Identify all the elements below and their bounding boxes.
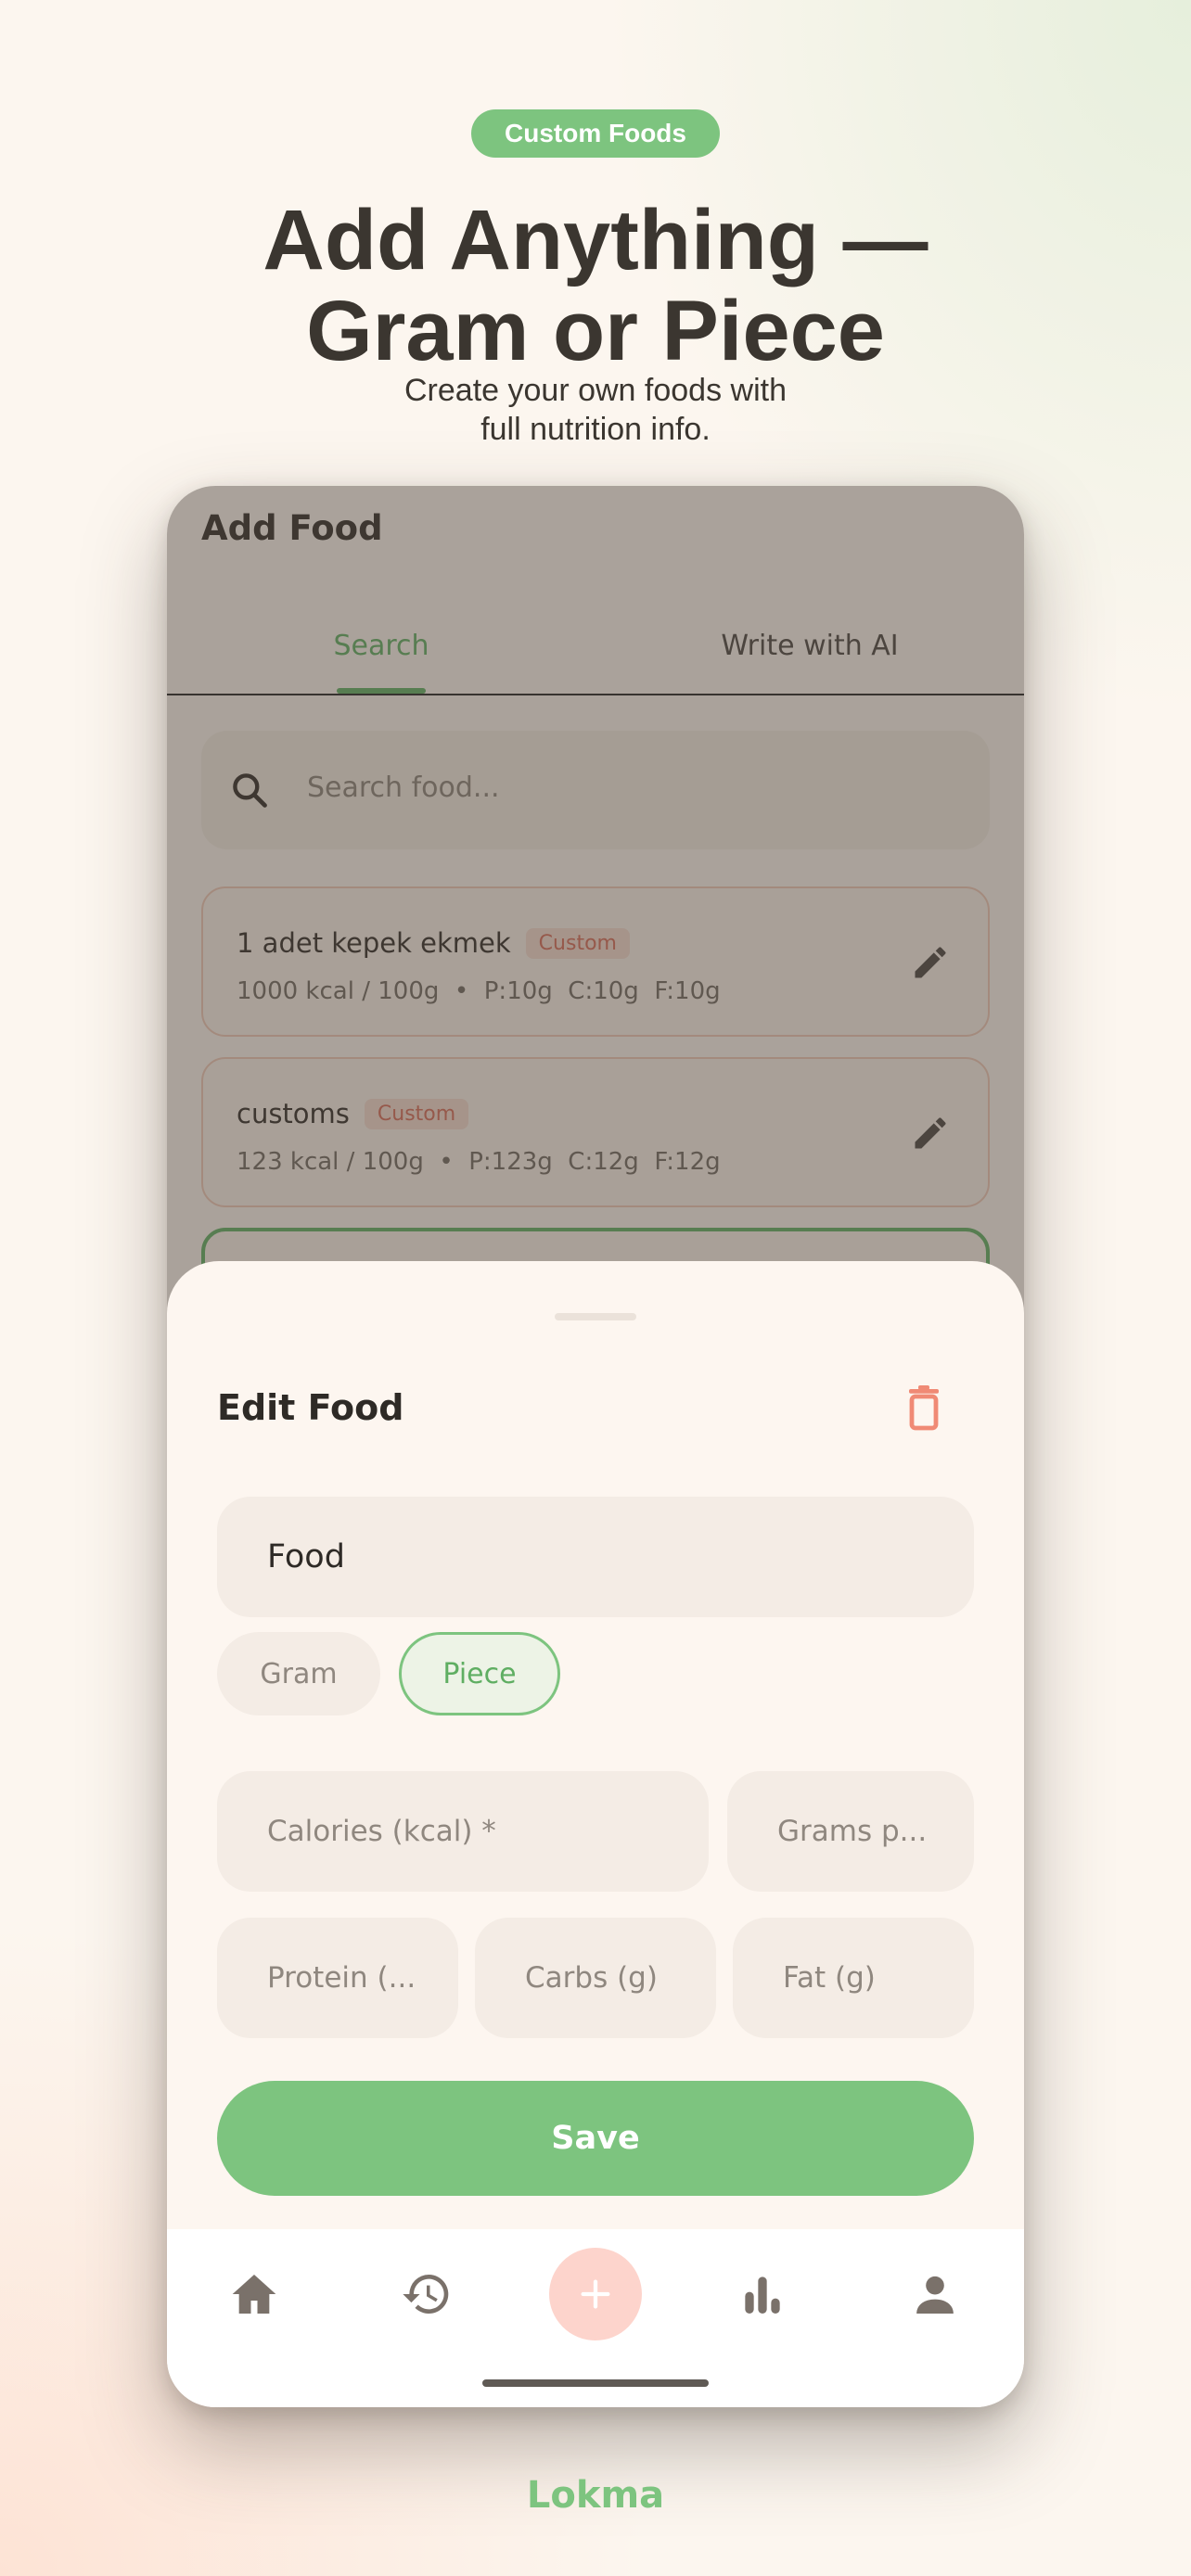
- fat-input[interactable]: Fat (g): [733, 1918, 974, 2038]
- home-indicator: [482, 2379, 709, 2387]
- phone-mockup: Add Food Search Write with AI Search foo…: [167, 486, 1024, 2407]
- brand-name: Lokma: [526, 2474, 665, 2517]
- sheet-drag-handle[interactable]: [555, 1313, 636, 1320]
- hero-subtitle: Create your own foods with full nutritio…: [0, 371, 1191, 449]
- unit-chip-piece[interactable]: Piece: [399, 1632, 560, 1715]
- grams-per-piece-input[interactable]: Grams p...: [727, 1771, 974, 1892]
- hero-title: Add Anything — Gram or Piece: [0, 195, 1191, 376]
- hero-title-line1: Add Anything —: [263, 193, 928, 287]
- carbs-input[interactable]: Carbs (g): [475, 1918, 716, 2038]
- trash-icon[interactable]: [902, 1384, 946, 1432]
- add-food-button[interactable]: [549, 2248, 642, 2340]
- home-icon[interactable]: [228, 2268, 280, 2320]
- custom-foods-badge: Custom Foods: [471, 109, 720, 158]
- calories-input[interactable]: Calories (kcal) *: [217, 1771, 709, 1892]
- plus-icon: [581, 2279, 610, 2309]
- hero-title-line2: Gram or Piece: [306, 284, 885, 378]
- stats-icon[interactable]: [736, 2268, 788, 2320]
- food-name-input[interactable]: Food: [217, 1497, 974, 1617]
- unit-chip-gram[interactable]: Gram: [217, 1632, 380, 1715]
- edit-food-sheet: Edit Food Food Gram Piece Calories (kcal…: [167, 1261, 1024, 2229]
- protein-input[interactable]: Protein (...: [217, 1918, 458, 2038]
- add-food-screen: Add Food Search Write with AI Search foo…: [167, 486, 1024, 2229]
- hero-subtitle-line2: full nutrition info.: [480, 412, 711, 447]
- history-icon[interactable]: [401, 2268, 453, 2320]
- save-button[interactable]: Save: [217, 2081, 974, 2196]
- profile-icon[interactable]: [909, 2268, 961, 2320]
- sheet-title: Edit Food: [217, 1387, 404, 1428]
- bottom-nav: [167, 2229, 1024, 2407]
- hero-subtitle-line1: Create your own foods with: [404, 373, 787, 408]
